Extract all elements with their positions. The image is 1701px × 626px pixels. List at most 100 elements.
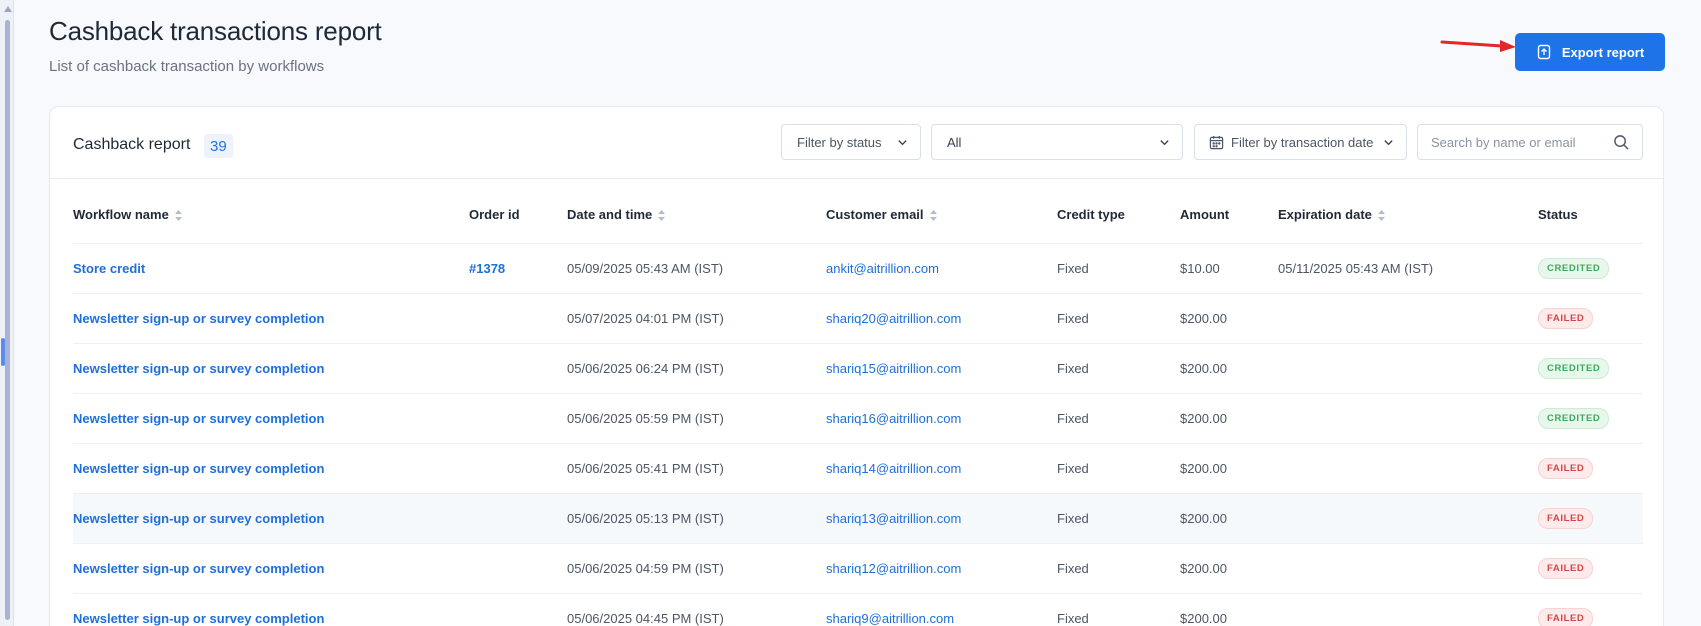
status-badge: FAILED: [1538, 507, 1594, 529]
sort-icon[interactable]: [929, 210, 937, 222]
sort-icon[interactable]: [1377, 210, 1385, 222]
filter-date-label: Filter by transaction date: [1231, 134, 1374, 150]
card-header: Cashback report 39 Filter by status All …: [50, 107, 1663, 179]
amount-cell: $200.00: [1180, 292, 1278, 343]
sort-icon[interactable]: [658, 210, 666, 222]
left-scrollbar[interactable]: [0, 0, 14, 626]
order-id-cell: [469, 392, 567, 443]
amount-cell: $200.00: [1180, 492, 1278, 543]
table-row: Newsletter sign-up or survey completion …: [73, 542, 1643, 593]
status-selected-value: All: [947, 134, 962, 150]
workflow-name-link[interactable]: Newsletter sign-up or survey completion: [73, 561, 324, 576]
credit-type-cell: Fixed: [1057, 392, 1180, 443]
card-title: Cashback report: [73, 136, 191, 153]
column-customer-email[interactable]: Customer email: [826, 187, 1057, 243]
table-row: Store credit #1378 05/09/2025 05:43 AM (…: [73, 242, 1643, 293]
chevron-down-icon: [1384, 140, 1393, 146]
customer-email-link[interactable]: shariq12@aitrillion.com: [826, 561, 961, 576]
amount-cell: $200.00: [1180, 442, 1278, 493]
column-amount: Amount: [1180, 207, 1230, 223]
order-id-cell: [469, 492, 567, 543]
status-badge: FAILED: [1538, 457, 1594, 479]
date-time-cell: 05/06/2025 05:59 PM (IST): [567, 392, 826, 443]
page-subtitle: List of cashback transaction by workflow…: [49, 58, 325, 75]
workflow-name-link[interactable]: Newsletter sign-up or survey completion: [73, 611, 324, 626]
date-time-cell: 05/06/2025 05:13 PM (IST): [567, 492, 826, 543]
filter-status-label: Filter by status: [797, 134, 882, 150]
status-badge: CREDITED: [1538, 257, 1610, 279]
status-badge: FAILED: [1538, 557, 1594, 579]
search-placeholder: Search by name or email: [1431, 134, 1576, 150]
customer-email-link[interactable]: shariq16@aitrillion.com: [826, 411, 961, 426]
search-icon[interactable]: [1613, 134, 1630, 151]
expiration-date-cell: 05/11/2025 05:43 AM (IST): [1278, 242, 1538, 293]
column-expiration-date[interactable]: Expiration date: [1278, 187, 1538, 243]
date-time-cell: 05/07/2025 04:01 PM (IST): [567, 292, 826, 343]
record-count-badge: 39: [204, 134, 233, 158]
customer-email-link[interactable]: ankit@aitrillion.com: [826, 261, 939, 276]
sort-icon[interactable]: [174, 210, 182, 222]
upload-file-icon: [1537, 44, 1551, 60]
scroll-up-arrow-icon[interactable]: [4, 6, 12, 12]
date-time-cell: 05/06/2025 04:45 PM (IST): [567, 592, 826, 626]
customer-email-link[interactable]: shariq9@aitrillion.com: [826, 611, 954, 626]
column-workflow-name[interactable]: Workflow name: [73, 187, 469, 243]
workflow-name-link[interactable]: Newsletter sign-up or survey completion: [73, 511, 324, 526]
order-id-link[interactable]: #1378: [469, 261, 505, 276]
workflow-name-link[interactable]: Newsletter sign-up or survey completion: [73, 311, 324, 326]
amount-cell: $200.00: [1180, 342, 1278, 393]
credit-type-cell: Fixed: [1057, 442, 1180, 493]
workflow-name-link[interactable]: Store credit: [73, 261, 145, 276]
order-id-cell: [469, 292, 567, 343]
date-time-cell: 05/09/2025 05:43 AM (IST): [567, 242, 826, 293]
column-order-id: Order id: [469, 207, 520, 223]
table-row: Newsletter sign-up or survey completion …: [73, 392, 1643, 443]
expiration-date-cell: [1278, 492, 1538, 543]
cashback-report-card: Cashback report 39 Filter by status All …: [49, 106, 1664, 626]
scroll-track[interactable]: [5, 20, 10, 620]
expiration-date-cell: [1278, 542, 1538, 593]
calendar-icon: [1209, 135, 1224, 150]
date-time-cell: 05/06/2025 04:59 PM (IST): [567, 542, 826, 593]
order-id-cell: [469, 542, 567, 593]
table-row: Newsletter sign-up or survey completion …: [73, 492, 1643, 543]
credit-type-cell: Fixed: [1057, 292, 1180, 343]
date-time-cell: 05/06/2025 06:24 PM (IST): [567, 342, 826, 393]
status-badge: FAILED: [1538, 607, 1594, 626]
export-report-button[interactable]: Export report: [1515, 33, 1665, 71]
table-row: Newsletter sign-up or survey completion …: [73, 592, 1643, 626]
order-id-cell: [469, 342, 567, 393]
table-row: Newsletter sign-up or survey completion …: [73, 342, 1643, 393]
expiration-date-cell: [1278, 392, 1538, 443]
customer-email-link[interactable]: shariq13@aitrillion.com: [826, 511, 961, 526]
amount-cell: $10.00: [1180, 242, 1278, 293]
customer-email-link[interactable]: shariq20@aitrillion.com: [826, 311, 961, 326]
chevron-down-icon: [1160, 140, 1169, 146]
customer-email-link[interactable]: shariq14@aitrillion.com: [826, 461, 961, 476]
search-input[interactable]: Search by name or email: [1417, 124, 1643, 160]
date-time-cell: 05/06/2025 05:41 PM (IST): [567, 442, 826, 493]
filter-by-status-dropdown[interactable]: Filter by status: [781, 124, 921, 160]
amount-cell: $200.00: [1180, 542, 1278, 593]
cashback-transactions-table: Workflow name Order id Date and time Cus…: [73, 187, 1643, 626]
amount-cell: $200.00: [1180, 592, 1278, 626]
table-row: Newsletter sign-up or survey completion …: [73, 442, 1643, 493]
expiration-date-cell: [1278, 592, 1538, 626]
column-credit-type: Credit type: [1057, 207, 1125, 223]
scroll-handle[interactable]: [1, 338, 5, 366]
workflow-name-link[interactable]: Newsletter sign-up or survey completion: [73, 361, 324, 376]
workflow-name-link[interactable]: Newsletter sign-up or survey completion: [73, 411, 324, 426]
workflow-name-link[interactable]: Newsletter sign-up or survey completion: [73, 461, 324, 476]
amount-cell: $200.00: [1180, 392, 1278, 443]
filter-by-date-dropdown[interactable]: Filter by transaction date: [1194, 124, 1407, 160]
table-row: Newsletter sign-up or survey completion …: [73, 292, 1643, 343]
page-title: Cashback transactions report: [49, 16, 382, 46]
customer-email-link[interactable]: shariq15@aitrillion.com: [826, 361, 961, 376]
status-value-select[interactable]: All: [931, 124, 1183, 160]
expiration-date-cell: [1278, 292, 1538, 343]
expiration-date-cell: [1278, 342, 1538, 393]
column-date-time[interactable]: Date and time: [567, 187, 826, 243]
expiration-date-cell: [1278, 442, 1538, 493]
status-badge: FAILED: [1538, 307, 1594, 329]
order-id-cell: [469, 442, 567, 493]
